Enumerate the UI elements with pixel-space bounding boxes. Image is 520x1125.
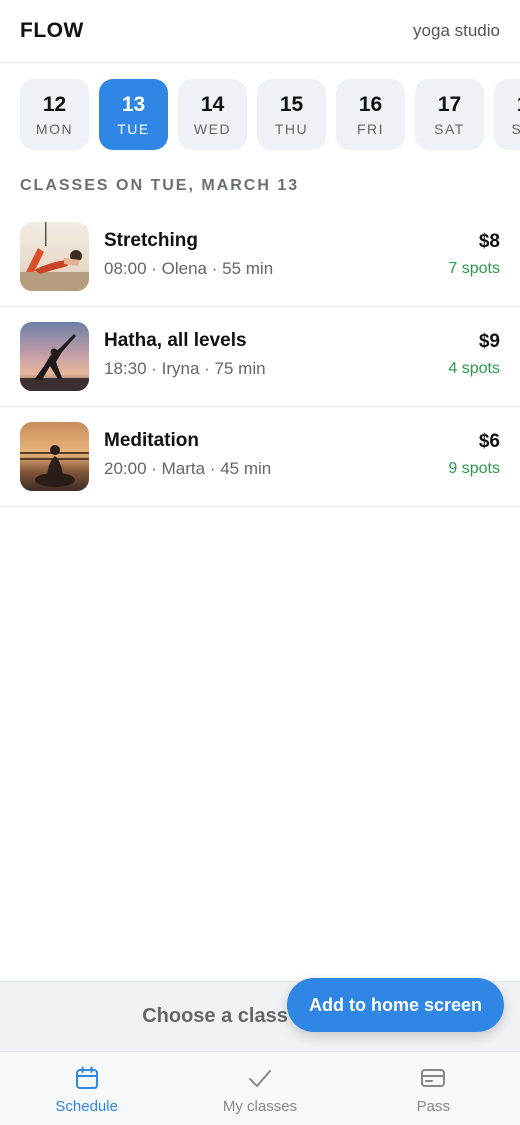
class-meta: 18:30 · Iryna · 75 min [104, 359, 266, 378]
app-header: FLOW yoga studio [0, 0, 520, 63]
add-to-home-screen-button[interactable]: Add to home screen [287, 978, 504, 1032]
class-spots: 9 spots [448, 460, 500, 477]
date-chip[interactable]: 15 THU [257, 79, 326, 150]
date-chip[interactable]: 14 WED [178, 79, 247, 150]
date-chip[interactable]: 16 FRI [336, 79, 405, 150]
class-meta: 20:00 · Marta · 45 min [104, 459, 272, 478]
date-chip[interactable]: 17 SAT [415, 79, 484, 150]
choose-class-text: Choose a class [142, 1005, 288, 1027]
date-weekday: SUN [511, 120, 520, 137]
date-number: 16 [358, 92, 383, 116]
tab-label: Schedule [55, 1097, 118, 1115]
class-price: $6 [478, 431, 500, 452]
date-strip[interactable]: 12 MON 13 TUE 14 WED 15 THU 16 FRI 17 SA… [0, 63, 520, 167]
date-chip[interactable]: 18 SUN [494, 79, 520, 150]
card-icon [421, 1068, 446, 1087]
date-chip[interactable]: 12 MON [20, 79, 89, 150]
tab-my-classes[interactable]: My classes [173, 1052, 346, 1125]
date-weekday: FRI [356, 120, 385, 137]
class-name: Meditation [104, 430, 199, 451]
date-number: 17 [437, 92, 462, 116]
tab-label: Pass [416, 1097, 450, 1115]
hatha-photo-icon [20, 322, 89, 391]
section-title: CLASSES ON TUE, MARCH 13 [20, 177, 300, 194]
bottom-tab-bar: Schedule My classes Pass [0, 1051, 520, 1125]
meditation-photo-icon [20, 422, 89, 491]
class-name: Hatha, all levels [104, 330, 247, 351]
class-item-meditation[interactable]: Meditation 20:00 · Marta · 45 min $6 9 s… [0, 407, 520, 507]
class-spots: 7 spots [448, 260, 500, 277]
class-thumbnail [20, 422, 89, 491]
date-number: 15 [279, 92, 304, 116]
class-thumbnail [20, 322, 89, 391]
class-meta: 08:00 · Olena · 55 min [104, 259, 274, 278]
class-name: Stretching [104, 230, 198, 251]
date-weekday: MON [35, 120, 74, 137]
date-chip-selected[interactable]: 13 TUE [99, 79, 168, 150]
date-number: 14 [200, 92, 225, 116]
date-weekday: TUE [117, 120, 150, 137]
class-price: $9 [478, 331, 500, 352]
class-list: Stretching 08:00 · Olena · 55 min $8 7 s… [0, 207, 520, 507]
class-item-stretching[interactable]: Stretching 08:00 · Olena · 55 min $8 7 s… [0, 207, 520, 307]
brand-logo-text: FLOW [20, 19, 84, 42]
check-icon [248, 1069, 271, 1087]
date-number: 12 [42, 92, 67, 116]
class-thumbnail [20, 222, 89, 291]
date-number: 13 [121, 92, 146, 116]
stretching-photo-icon [20, 222, 89, 291]
date-weekday: WED [193, 120, 232, 137]
date-weekday: THU [274, 120, 309, 137]
header-subtitle: yoga studio [413, 21, 500, 40]
tab-schedule[interactable]: Schedule [0, 1052, 173, 1125]
tab-label: My classes [222, 1097, 298, 1115]
class-spots: 4 spots [448, 360, 500, 377]
class-price: $8 [478, 231, 500, 252]
calendar-icon [75, 1066, 98, 1089]
tab-pass[interactable]: Pass [347, 1052, 520, 1125]
class-item-hatha[interactable]: Hatha, all levels 18:30 · Iryna · 75 min… [0, 307, 520, 407]
date-weekday: SAT [434, 120, 465, 137]
